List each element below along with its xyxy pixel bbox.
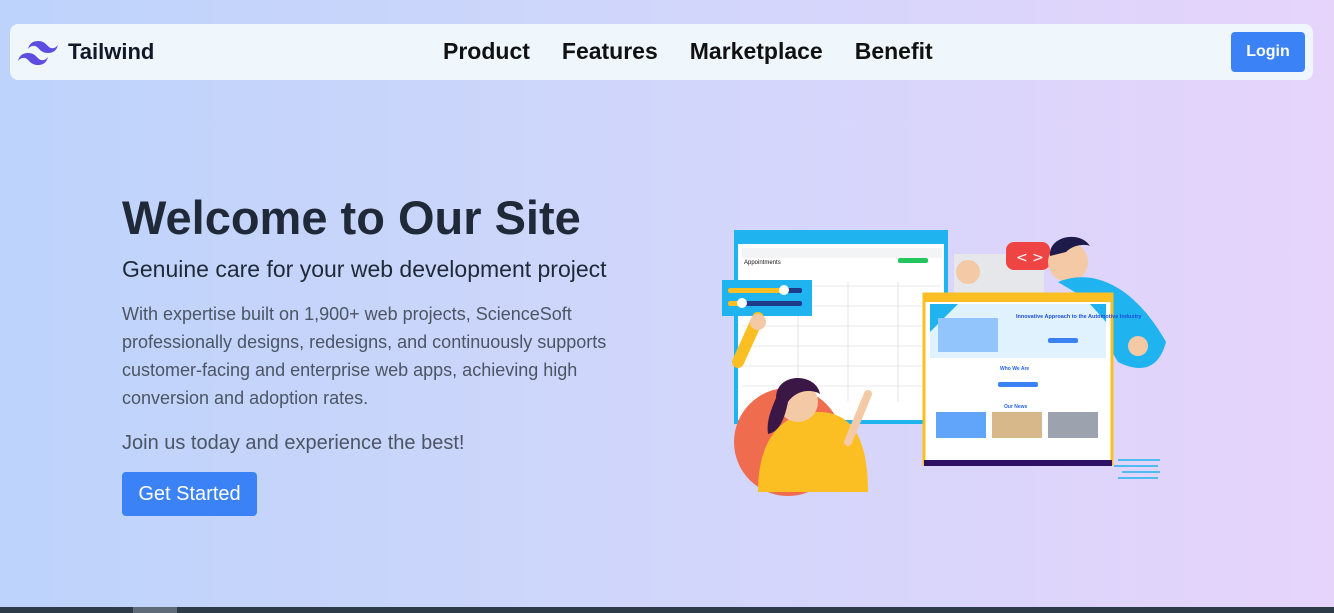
nav-links: Product Features Marketplace Benefit xyxy=(443,38,933,65)
nav-link-marketplace[interactable]: Marketplace xyxy=(690,38,823,65)
nav-link-features[interactable]: Features xyxy=(562,38,658,65)
who-we-are-label: Who We Are xyxy=(1000,366,1029,372)
login-button[interactable]: Login xyxy=(1231,32,1305,72)
slider-card xyxy=(722,280,812,316)
get-started-button[interactable]: Get Started xyxy=(122,472,257,516)
tailwind-logo-icon xyxy=(18,41,58,65)
brand-name: Tailwind xyxy=(68,39,155,64)
nav-link-benefit[interactable]: Benefit xyxy=(855,38,933,65)
hero-illustration: Appointments < > Innovative Approach to … xyxy=(722,230,1166,496)
website-headline: Innovative Approach to the Automotive In… xyxy=(1016,314,1142,320)
website-window: Innovative Approach to the Automotive In… xyxy=(922,292,1142,466)
nav-link-product[interactable]: Product xyxy=(443,38,530,65)
hero-section: Welcome to Our Site Genuine care for you… xyxy=(122,190,682,516)
brand[interactable]: Tailwind xyxy=(18,36,154,68)
our-news-label: Our News xyxy=(1004,404,1028,410)
bottom-scrollbar[interactable] xyxy=(0,607,1334,613)
navbar: Tailwind Product Features Marketplace Be… xyxy=(10,24,1313,80)
hero-description: With expertise built on 1,900+ web proje… xyxy=(122,304,607,408)
hero-title: Welcome to Our Site xyxy=(122,191,581,244)
scrollbar-thumb[interactable] xyxy=(133,607,177,613)
hero-cta-text: Join us today and experience the best! xyxy=(122,432,465,454)
svg-text:< >: < > xyxy=(1016,250,1044,266)
hero-subtitle: Genuine care for your web development pr… xyxy=(122,256,607,282)
decorative-lines xyxy=(1114,459,1160,479)
appointments-label: Appointments xyxy=(744,260,781,266)
